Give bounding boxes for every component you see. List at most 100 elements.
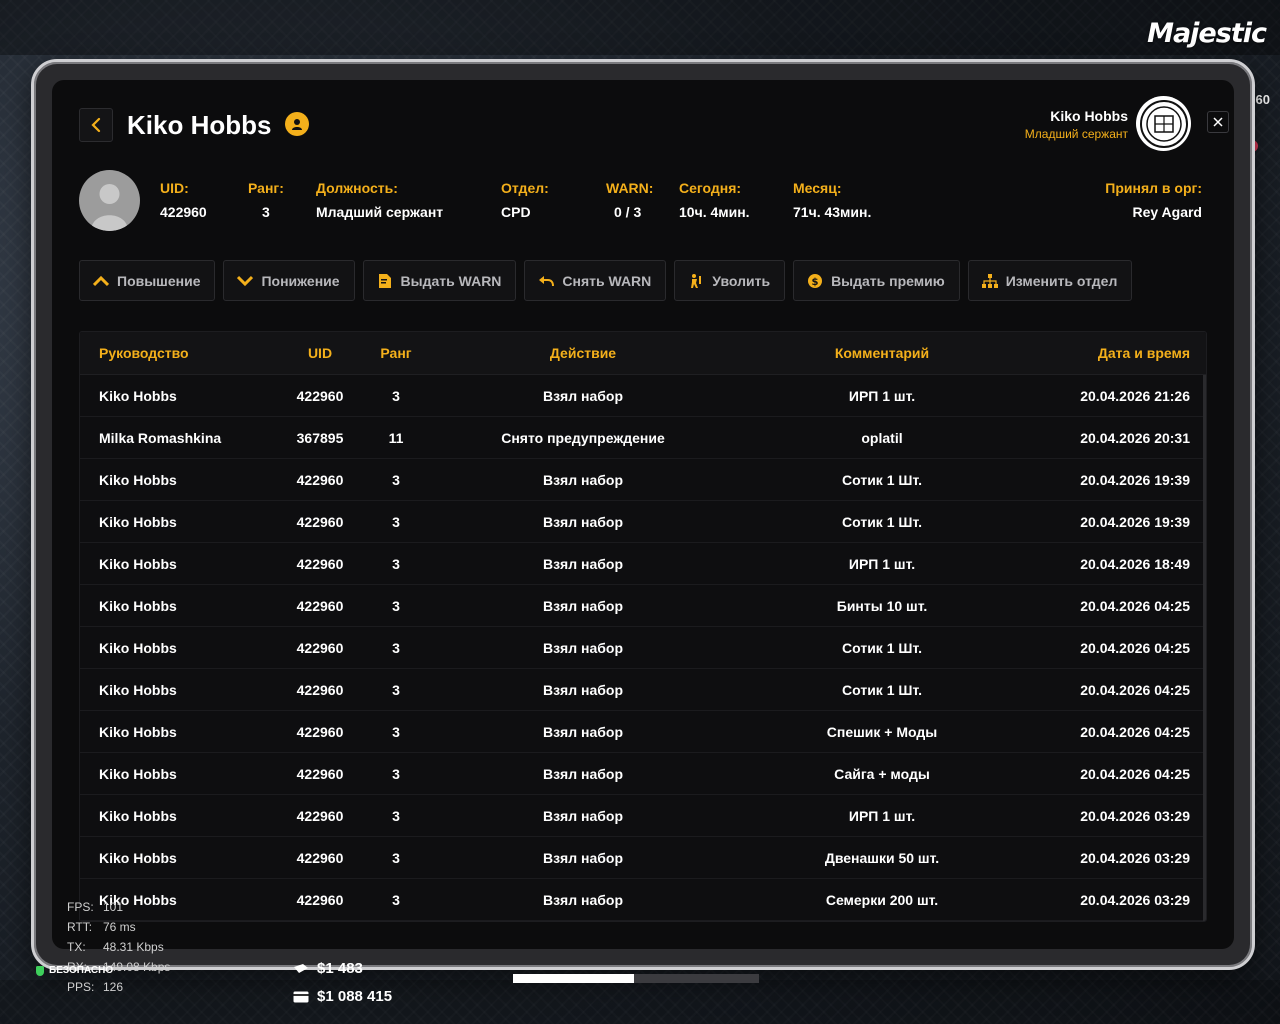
table-row[interactable]: Kiko Hobbs 422960 3 Взял набор Сотик 1 Шт. 20…	[80, 459, 1206, 501]
column-comment: Комментарий	[834, 345, 930, 361]
chevron-down-icon	[236, 272, 254, 290]
shield-icon	[36, 965, 44, 976]
cell-uid: 367895	[296, 429, 344, 446]
demote-button[interactable]: Понижение	[223, 260, 355, 301]
cell-leader: Kiko Hobbs	[99, 513, 177, 530]
cell-comment: Сотик 1 Шт.	[842, 471, 922, 488]
cell-action: Взял набор	[542, 639, 623, 656]
svg-text:$: $	[812, 277, 819, 288]
cell-comment: Спешик + Моды	[826, 723, 938, 740]
cell-uid: 422960	[296, 639, 344, 656]
cell-datetime: 20.04.2026 19:39	[1080, 513, 1190, 530]
table-scrollbar[interactable]	[1203, 375, 1206, 921]
cell-datetime: 20.04.2026 04:25	[1080, 639, 1190, 656]
info-warn: WARN: 0 / 3	[606, 180, 654, 220]
page-title: Kiko Hobbs	[127, 110, 272, 140]
net-stat-value: 101	[103, 900, 124, 914]
net-stat-line: FPS: 101	[67, 897, 170, 917]
cell-comment: Бинты 10 шт.	[836, 597, 928, 614]
table-row[interactable]: Kiko Hobbs 422960 3 Взял набор Сотик 1 Шт. 20…	[80, 627, 1206, 669]
cell-action: Взял набор	[542, 849, 623, 866]
promote-button[interactable]: Повышение	[79, 260, 216, 301]
tablet-screen: Kiko Hobbs Kiko Hobbs Младший сержант UI…	[52, 80, 1234, 949]
avatar	[79, 170, 140, 231]
table-row[interactable]: Kiko Hobbs 422960 3 Взял набор Сайга + моды 2…	[80, 753, 1206, 795]
issue-warn-button[interactable]: Выдать WARN	[362, 260, 517, 301]
cell-action: Взял набор	[542, 723, 623, 740]
cell-uid: 422960	[296, 597, 344, 614]
cell-datetime: 20.04.2026 20:31	[1080, 429, 1190, 446]
cell-leader: Kiko Hobbs	[99, 597, 177, 614]
cell-comment: Сотик 1 Шт.	[842, 513, 922, 530]
close-button[interactable]	[1207, 111, 1229, 133]
cell-rank: 3	[392, 513, 400, 530]
net-stat-line: RTT: 76 ms	[67, 917, 170, 937]
info-month: Месяц: 71ч. 43мин.	[793, 180, 872, 220]
cell-uid: 422960	[296, 849, 344, 866]
table-row[interactable]: Kiko Hobbs 422960 3 Взял набор ИРП 1 шт. 20.0…	[80, 795, 1206, 837]
cell-comment: ИРП 1 шт.	[848, 555, 916, 572]
back-button[interactable]	[79, 108, 113, 142]
cell-datetime: 20.04.2026 19:39	[1080, 471, 1190, 488]
cell-rank: 3	[392, 555, 400, 572]
cell-datetime: 20.04.2026 21:26	[1080, 387, 1190, 404]
fire-person-icon	[687, 272, 705, 290]
history-table: Руководство UID Ранг Действие Комментари…	[79, 331, 1207, 922]
table-row[interactable]: Kiko Hobbs 422960 3 Взял набор Бинты 10 шт. 2…	[80, 585, 1206, 627]
cell-rank: 3	[392, 597, 400, 614]
officer-name: Kiko Hobbs	[1050, 108, 1128, 124]
cell-uid: 422960	[296, 555, 344, 572]
cell-action: Взял набор	[542, 807, 623, 824]
cell-action: Взял набор	[542, 681, 623, 698]
info-department: Отдел: CPD	[501, 180, 549, 220]
table-row[interactable]: Milka Romashkina 367895 11 Снято предупрежд…	[80, 417, 1206, 459]
cell-leader: Kiko Hobbs	[99, 555, 177, 572]
give-bonus-button[interactable]: $ Выдать премию	[793, 260, 960, 301]
cell-datetime: 20.04.2026 18:49	[1080, 555, 1190, 572]
progress-bar	[513, 974, 759, 983]
table-body: Kiko Hobbs 422960 3 Взял набор ИРП 1 шт. 20.0…	[80, 375, 1206, 921]
dismiss-button[interactable]: Уволить	[674, 260, 786, 301]
undo-icon	[537, 272, 555, 290]
remove-warn-button[interactable]: Снять WARN	[524, 260, 667, 301]
info-position: Должность: Младший сержант	[316, 180, 444, 220]
org-chart-icon	[981, 272, 999, 290]
side-counter: 60	[1255, 92, 1270, 107]
cell-rank: 3	[392, 807, 400, 824]
table-row[interactable]: Kiko Hobbs 422960 3 Взял набор Семерки 200 ш…	[80, 879, 1206, 921]
cell-datetime: 20.04.2026 04:25	[1080, 597, 1190, 614]
table-header: Руководство UID Ранг Действие Комментари…	[80, 332, 1206, 375]
cell-leader: Kiko Hobbs	[99, 639, 177, 656]
chevron-left-icon	[91, 117, 101, 133]
officer-rank: Младший сержант	[1024, 127, 1128, 141]
cell-leader: Kiko Hobbs	[99, 849, 177, 866]
table-row[interactable]: Kiko Hobbs 422960 3 Взял набор ИРП 1 шт. 20.0…	[80, 375, 1206, 417]
table-row[interactable]: Kiko Hobbs 422960 3 Взял набор Сотик 1 Шт. 20…	[80, 669, 1206, 711]
cash-icon	[294, 963, 308, 973]
table-row[interactable]: Kiko Hobbs 422960 3 Взял набор Сотик 1 Шт. 20…	[80, 501, 1206, 543]
change-department-button[interactable]: Изменить отдел	[967, 260, 1133, 301]
cell-comment: Сотик 1 Шт.	[842, 639, 922, 656]
table-row[interactable]: Kiko Hobbs 422960 3 Взял набор Двенашки 50 ш…	[80, 837, 1206, 879]
security-status: БЕЗОПАСНО	[36, 965, 113, 976]
net-stat-value: 76 ms	[103, 920, 136, 934]
cell-datetime: 20.04.2026 04:25	[1080, 681, 1190, 698]
tablet-frame: Kiko Hobbs Kiko Hobbs Младший сержант UI…	[31, 59, 1255, 970]
cell-leader: Kiko Hobbs	[99, 807, 177, 824]
table-row[interactable]: Kiko Hobbs 422960 3 Взял набор ИРП 1 шт. 20.0…	[80, 543, 1206, 585]
column-rank: Ранг	[380, 345, 412, 361]
cell-leader: Kiko Hobbs	[99, 471, 177, 488]
table-row[interactable]: Kiko Hobbs 422960 3 Взял набор Спешик + Моды…	[80, 711, 1206, 753]
cell-comment: Сайга + моды	[834, 765, 930, 782]
document-warn-icon	[376, 272, 394, 290]
info-today: Сегодня: 10ч. 4мин.	[679, 180, 750, 220]
net-stat-key: PPS:	[67, 980, 95, 994]
cell-action: Взял набор	[542, 765, 623, 782]
column-uid: UID	[307, 345, 333, 361]
cell-comment: ИРП 1 шт.	[848, 807, 916, 824]
net-stat-value: 48.31 Kbps	[103, 940, 164, 954]
cell-action: Взял набор	[542, 891, 623, 908]
cell-comment: Сотик 1 Шт.	[842, 681, 922, 698]
info-rank: Ранг: 3	[248, 180, 284, 220]
cell-datetime: 20.04.2026 04:25	[1080, 765, 1190, 782]
